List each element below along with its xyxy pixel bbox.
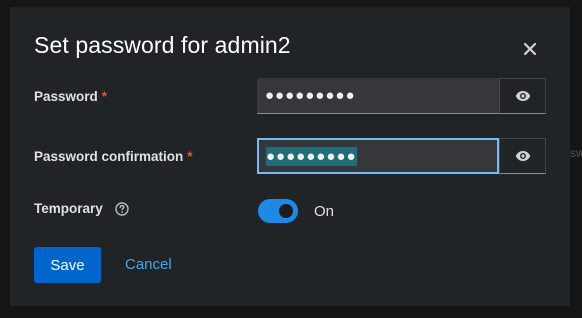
required-marker: *: [101, 89, 108, 104]
password-input[interactable]: ●●●●●●●●●: [257, 78, 499, 114]
help-circle-icon[interactable]: [114, 202, 129, 217]
password-confirmation-input-group: ●●●●●●●●●: [257, 138, 546, 174]
password-confirmation-label: Password confirmation *: [34, 149, 193, 164]
temporary-toggle[interactable]: [258, 199, 298, 223]
toggle-knob: [279, 204, 293, 218]
background-partial-text: sw: [570, 146, 582, 160]
password-input-group: ●●●●●●●●●: [257, 78, 546, 114]
close-button[interactable]: [518, 37, 542, 61]
show-password-confirmation-button[interactable]: [499, 138, 546, 174]
temporary-label: Temporary: [34, 201, 129, 217]
password-label-text: Password: [34, 89, 98, 104]
password-confirmation-input[interactable]: ●●●●●●●●●: [257, 138, 499, 174]
eye-icon: [515, 151, 530, 161]
save-button[interactable]: Save: [34, 247, 101, 283]
password-label: Password *: [34, 89, 107, 104]
password-confirmation-value: ●●●●●●●●●: [266, 146, 357, 166]
password-confirmation-label-text: Password confirmation: [34, 149, 184, 164]
dialog-title: Set password for admin2: [34, 32, 291, 58]
temporary-toggle-state: On: [314, 203, 335, 220]
close-icon: [524, 43, 536, 55]
required-marker: *: [187, 149, 193, 164]
set-password-dialog: Set password for admin2 Password * ●●●●●●…: [10, 7, 570, 306]
password-value: ●●●●●●●●●: [265, 87, 356, 104]
eye-icon: [515, 91, 530, 101]
temporary-label-text: Temporary: [34, 201, 103, 216]
show-password-button[interactable]: [499, 78, 546, 114]
cancel-button[interactable]: Cancel: [125, 256, 172, 273]
